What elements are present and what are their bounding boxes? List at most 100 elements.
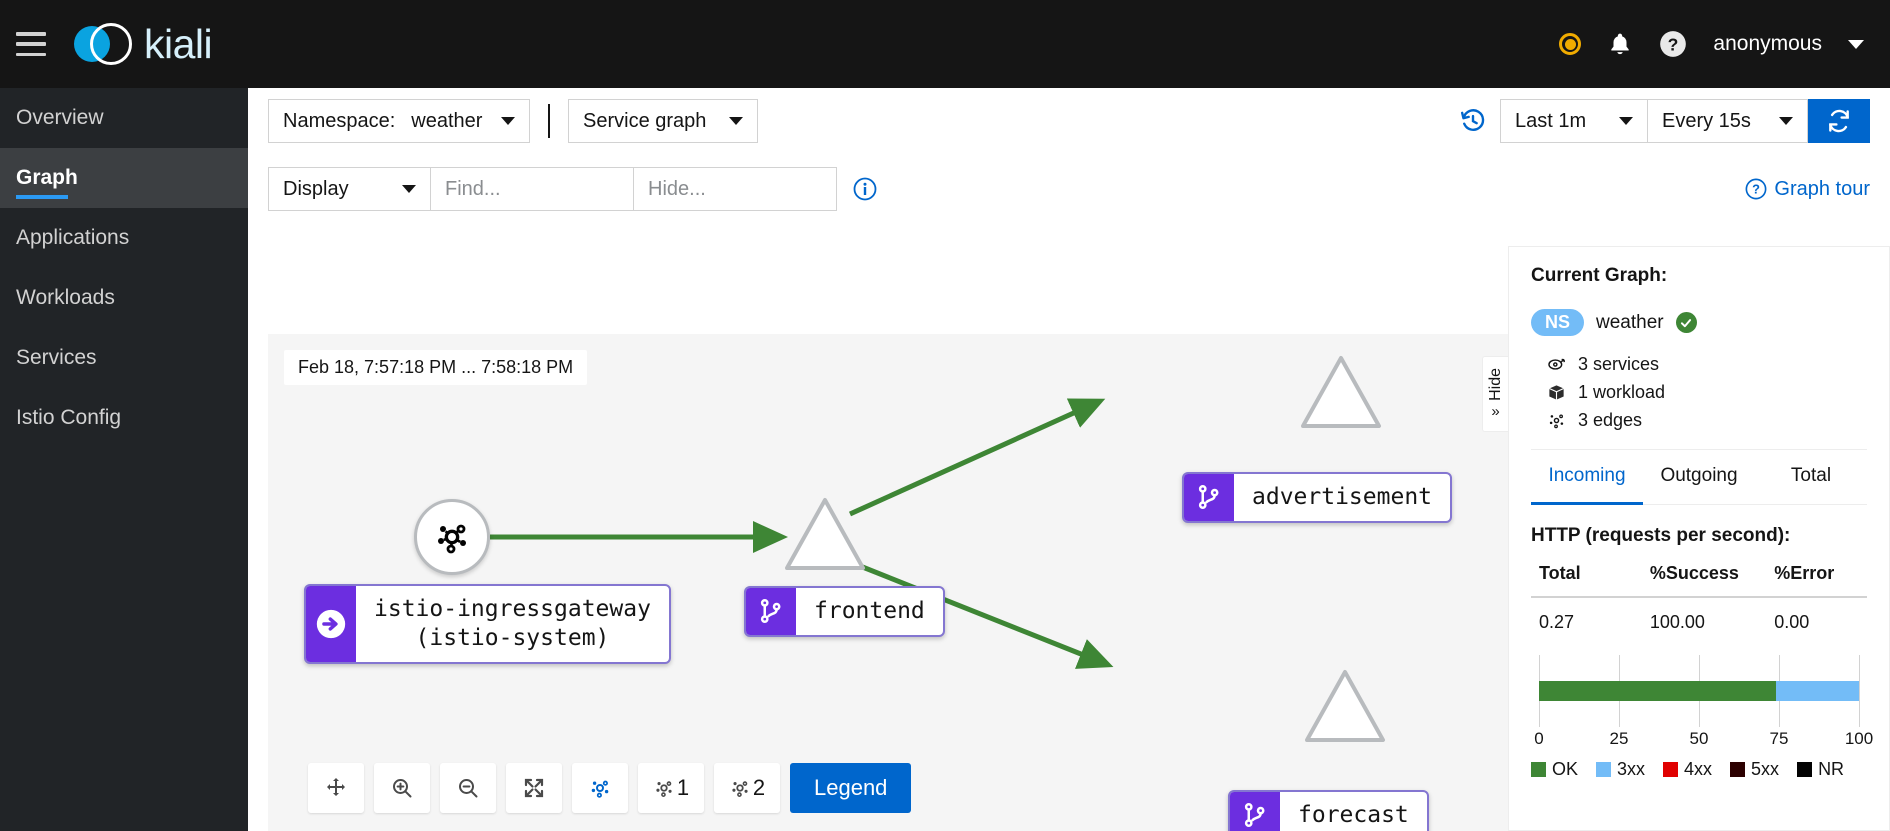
info-icon[interactable] <box>853 177 877 201</box>
namespace-value: weather <box>411 109 483 132</box>
time-history-icon[interactable] <box>1460 108 1486 134</box>
legend-item-4xx[interactable]: 4xx <box>1663 759 1712 780</box>
cell-success: 100.00 <box>1649 612 1705 632</box>
legend-swatch <box>1596 762 1612 777</box>
legend-button[interactable]: Legend <box>790 763 912 813</box>
graph-node-label-text: advertisement <box>1252 484 1433 510</box>
legend-item-5xx[interactable]: 5xx <box>1730 759 1779 780</box>
legend-label: 3xx <box>1617 759 1646 779</box>
legend-item-NR[interactable]: NR <box>1797 759 1844 780</box>
graph-stats: 3 services 1 workload 3 edges <box>1531 354 1867 431</box>
graph-node-label-ingressgateway[interactable]: istio-ingressgateway (istio-system) <box>304 584 671 664</box>
response-code-chart: 0 25 50 75 100 <box>1531 655 1873 748</box>
sidebar-item-istio-config[interactable]: Istio Config <box>0 388 248 448</box>
sidebar-item-label: Istio Config <box>16 406 122 429</box>
stat-edges: 3 edges <box>1531 410 1867 431</box>
graph-node-frontend-shape[interactable] <box>780 492 870 582</box>
graph-type-selector[interactable]: Service graph <box>568 99 758 143</box>
tab-incoming[interactable]: Incoming <box>1531 450 1643 505</box>
brand-logo-group[interactable]: kiali <box>74 20 213 68</box>
chart-legend: OK 3xx 4xx 5xx NR <box>1531 759 1867 780</box>
chevron-down-icon[interactable] <box>1848 39 1864 49</box>
bell-icon[interactable] <box>1607 31 1633 58</box>
sidebar-item-services[interactable]: Services <box>0 328 248 388</box>
summary-side-panel: Current Graph: NS weather 3 services 1 w… <box>1508 246 1890 831</box>
help-icon: ? <box>1745 178 1767 200</box>
legend-item-OK[interactable]: OK <box>1531 759 1578 780</box>
zoom-in-button[interactable] <box>374 763 430 813</box>
user-menu-label[interactable]: anonymous <box>1713 32 1822 56</box>
time-range-value: Last 1m <box>1515 109 1587 132</box>
gateway-arrow-icon <box>306 586 356 662</box>
layout-default-button[interactable] <box>572 763 628 813</box>
hide-side-panel-button[interactable]: Hide » <box>1482 356 1508 432</box>
cell-error: 0.00 <box>1774 612 1810 632</box>
service-branch-icon <box>746 588 796 635</box>
chevron-down-icon <box>1619 117 1633 125</box>
sidebar-item-applications[interactable]: Applications <box>0 208 248 268</box>
graph-node-forecast-shape[interactable] <box>1300 664 1390 754</box>
sidebar-item-workloads[interactable]: Workloads <box>0 268 248 328</box>
chart-bar-stack <box>1539 681 1859 701</box>
sidebar-item-label: Applications <box>16 226 130 249</box>
chart-tick-label: 75 <box>1769 729 1789 748</box>
table-row: 0.27 100.00 0.00 <box>1531 597 1867 633</box>
svg-text:?: ? <box>1668 34 1679 54</box>
service-branch-icon <box>1184 474 1234 521</box>
fit-to-screen-button[interactable] <box>506 763 562 813</box>
hide-input-wrapper[interactable] <box>634 167 837 211</box>
col-total: Total <box>1531 563 1642 598</box>
legend-swatch <box>1797 762 1813 777</box>
graph-node-label-forecast[interactable]: forecast <box>1228 790 1429 831</box>
graph-node-ingressgateway[interactable] <box>414 499 490 575</box>
cell-total: 0.27 <box>1539 612 1575 632</box>
time-range-selector[interactable]: Last 1m <box>1500 99 1648 143</box>
chevron-down-icon <box>1779 117 1793 125</box>
stat-label: 3 edges <box>1578 410 1643 430</box>
col-error: %Error <box>1766 563 1867 598</box>
graph-node-label-frontend[interactable]: frontend <box>744 586 945 637</box>
topology-icon <box>438 524 466 554</box>
chart-tick-label: 25 <box>1609 729 1629 748</box>
help-icon[interactable]: ? <box>1659 30 1687 58</box>
display-menu-button[interactable]: Display <box>268 167 431 211</box>
sidebar-item-overview[interactable]: Overview <box>0 88 248 148</box>
sidebar-item-graph[interactable]: Graph <box>0 148 248 208</box>
stat-label: 1 workload <box>1578 382 1666 402</box>
hamburger-icon[interactable] <box>16 32 46 56</box>
toolbar-divider <box>548 104 550 138</box>
service-icon <box>1548 358 1565 370</box>
namespace-selector[interactable]: Namespace: weather <box>268 99 530 143</box>
sidebar-item-label: Overview <box>16 106 104 129</box>
find-input[interactable] <box>445 177 619 201</box>
chevron-double-right-icon: » <box>1491 403 1500 421</box>
tab-outgoing[interactable]: Outgoing <box>1643 450 1755 505</box>
legend-item-3xx[interactable]: 3xx <box>1596 759 1645 780</box>
graph-node-label-text: istio-ingressgateway (istio-system) <box>356 586 669 662</box>
graph-toolbar-secondary: Display ? Graph tou <box>248 154 1890 224</box>
topology-icon <box>732 781 748 797</box>
layout-1-button[interactable]: 1 <box>638 763 704 813</box>
layout-2-button[interactable]: 2 <box>714 763 780 813</box>
hide-input[interactable] <box>648 177 822 201</box>
zoom-out-button[interactable] <box>440 763 496 813</box>
status-ring-icon[interactable] <box>1559 33 1582 55</box>
tab-total[interactable]: Total <box>1755 450 1867 505</box>
graph-canvas[interactable]: Feb 18, 7:57:18 PM ... 7:58:18 PM istio-… <box>268 334 1508 831</box>
find-input-wrapper[interactable] <box>431 167 634 211</box>
ns-badge: NS <box>1531 309 1585 336</box>
graph-node-advertisement-shape[interactable] <box>1296 350 1386 440</box>
ingressgateway-label-line: istio-ingressgateway (istio-system) <box>374 596 651 651</box>
refresh-interval-selector[interactable]: Every 15s <box>1648 99 1808 143</box>
kiali-logo-icon <box>74 20 132 68</box>
graph-node-label-advertisement[interactable]: advertisement <box>1182 472 1453 523</box>
drag-mode-button[interactable] <box>308 763 364 813</box>
chevron-down-icon <box>402 185 416 193</box>
metrics-tabs: Incoming Outgoing Total <box>1531 450 1867 505</box>
edges-icon <box>1549 414 1564 429</box>
hide-side-panel-label: Hide <box>1486 367 1504 401</box>
graph-tour-link[interactable]: ? Graph tour <box>1745 178 1870 201</box>
panel-title: Current Graph: <box>1531 265 1668 286</box>
refresh-button[interactable] <box>1808 99 1870 143</box>
topology-icon <box>591 780 609 798</box>
